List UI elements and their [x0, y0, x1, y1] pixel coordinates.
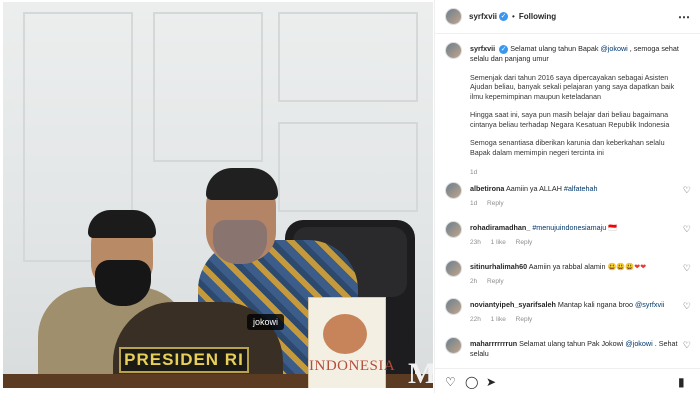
timestamp: 2h	[470, 278, 478, 285]
save-bookmark-icon[interactable]: ▮	[678, 375, 685, 389]
comment-body: Aamiin ya rabbal alamin	[528, 262, 608, 271]
mention-link[interactable]: @syrfxvii	[635, 300, 664, 309]
like-count[interactable]: 1 like	[491, 239, 506, 246]
like-comment-heart-icon[interactable]: ♡	[683, 224, 691, 235]
reply-button[interactable]: Reply	[516, 239, 533, 246]
user-tag[interactable]: jokowi	[247, 314, 285, 330]
comments-list[interactable]: syrfxvii ✓ Selamat ulang tahun Bapak @jo…	[435, 34, 700, 364]
comment-meta: 1d Reply	[470, 200, 512, 207]
action-bar: ♡ ◯ ➤ ▮	[435, 368, 700, 393]
calendar-artwork	[323, 314, 367, 354]
mention-link[interactable]: @jokowi	[625, 339, 652, 348]
header-username[interactable]: syrfxvii	[469, 12, 497, 21]
calendar-text: INDONESIA	[309, 358, 396, 374]
wall-panel	[153, 12, 263, 162]
reply-button[interactable]: Reply	[487, 278, 504, 285]
logo-letter: M	[408, 357, 433, 388]
caption-meta: 1d	[470, 169, 485, 176]
person-left-mask	[95, 260, 151, 306]
comment-meta: 22h 1 like Reply	[470, 316, 540, 323]
comment-username[interactable]: rohadiramadhan_	[470, 223, 530, 232]
post-sidebar: syrfxvii ✓ • Following ⋯ syrfxvii ✓ Sela…	[434, 0, 700, 393]
comment-text: maharrrrrrrun Selamat ulang tahun Pak Jo…	[470, 339, 685, 358]
avatar[interactable]	[445, 42, 462, 59]
caption-username[interactable]: syrfxvii	[470, 44, 495, 53]
person-right-hair	[206, 168, 278, 200]
separator: •	[512, 12, 515, 21]
avatar[interactable]	[445, 298, 462, 315]
comment-text: noviantyipeh_syarifsaleh Mantap kali nga…	[470, 300, 685, 310]
comment-username[interactable]: albetirona	[470, 184, 504, 193]
comment-text: albetirona Aamiin ya ALLAH #alfatehah	[470, 184, 685, 194]
comment-username[interactable]: noviantyipeh_syarifsaleh	[470, 300, 556, 309]
avatar[interactable]	[445, 337, 462, 354]
emoji: 😃😃😃❤❤	[607, 262, 647, 271]
wall-panel	[278, 122, 418, 212]
comment-text: sitinurhalimah60 Aamiin ya rabbal alamin…	[470, 262, 685, 272]
verified-badge-icon: ✓	[499, 45, 509, 54]
comment-text: rohadiramadhan_ #menujuindonesiamaju 🇮🇩	[470, 223, 685, 233]
like-comment-heart-icon[interactable]: ♡	[683, 263, 691, 274]
comment-body: Aamiin ya ALLAH	[505, 184, 564, 193]
post-header: syrfxvii ✓ • Following ⋯	[435, 0, 700, 34]
person-left-hair	[88, 210, 156, 238]
like-comment-heart-icon[interactable]: ♡	[683, 185, 691, 196]
comment-body: Mantap kali ngana broo	[557, 300, 636, 309]
reply-button[interactable]: Reply	[487, 200, 504, 207]
post-photo[interactable]: PRESIDEN RI INDONESIA M jokowi	[3, 2, 433, 388]
comment-username[interactable]: maharrrrrrrun	[470, 339, 517, 348]
hashtag-link[interactable]: #menujuindonesiamaju	[532, 223, 606, 232]
comment-bubble-icon[interactable]: ◯	[465, 375, 478, 389]
avatar[interactable]	[445, 8, 462, 25]
comment-body: Selamat ulang tahun Pak Jokowi	[519, 339, 626, 348]
more-options-icon[interactable]: ⋯	[678, 10, 691, 24]
following-button[interactable]: Following	[519, 12, 556, 21]
caption-paragraph: Semoga senantiasa diberikan karunia dan …	[470, 138, 665, 157]
comment-username[interactable]: sitinurhalimah60	[470, 262, 527, 271]
wall-panel	[278, 12, 418, 102]
caption-paragraph: Hingga saat ini, saya pun masih belajar …	[470, 110, 670, 129]
timestamp: 22h	[470, 316, 481, 323]
verified-badge-icon: ✓	[499, 12, 509, 21]
nameplate: PRESIDEN RI	[119, 347, 249, 373]
timestamp: 1d	[470, 200, 478, 207]
share-paper-plane-icon[interactable]: ➤	[486, 375, 496, 389]
like-comment-heart-icon[interactable]: ♡	[683, 340, 691, 351]
comment-meta: 23h 1 like Reply	[470, 239, 540, 246]
person-right-mask	[213, 220, 267, 264]
like-count[interactable]: 1 like	[491, 316, 506, 323]
caption-paragraph: Semenjak dari tahun 2016 saya dipercayak…	[470, 72, 675, 101]
timestamp: 23h	[470, 239, 481, 246]
avatar[interactable]	[445, 260, 462, 277]
comment-meta: 2h Reply	[470, 278, 512, 285]
mention-link[interactable]: @jokowi	[601, 44, 628, 53]
avatar[interactable]	[445, 182, 462, 199]
hashtag-link[interactable]: #alfatehah	[564, 184, 598, 193]
flag-emoji: 🇮🇩	[606, 223, 618, 232]
avatar[interactable]	[445, 221, 462, 238]
reply-button[interactable]: Reply	[516, 316, 533, 323]
timestamp: 1d	[470, 169, 478, 176]
like-heart-icon[interactable]: ♡	[445, 375, 456, 389]
caption-line: Selamat ulang tahun Bapak	[510, 44, 601, 53]
caption-text: syrfxvii ✓ Selamat ulang tahun Bapak @jo…	[470, 44, 685, 157]
like-comment-heart-icon[interactable]: ♡	[683, 301, 691, 312]
